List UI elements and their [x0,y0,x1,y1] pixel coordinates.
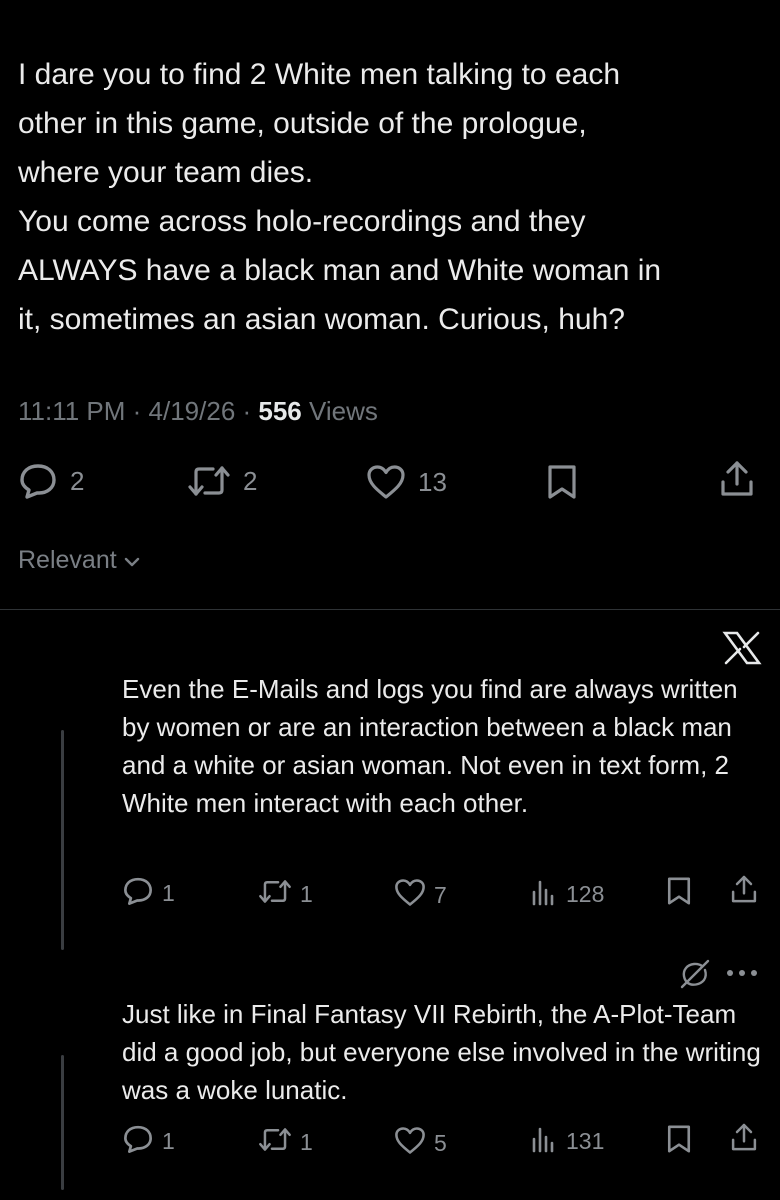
like-count: 7 [434,881,447,908]
tweet-timestamp[interactable]: 11:11 PM · 4/19/26 · [18,396,258,426]
chevron-down-icon [117,546,141,575]
views-button[interactable]: 131 [530,1125,604,1158]
sort-label: Relevant [18,546,117,574]
share-upload-icon [730,1122,758,1158]
repost-arrows-icon [258,878,292,910]
bar-chart-icon [530,878,558,911]
reply-button[interactable]: 2 [18,462,84,500]
bookmark-button[interactable] [546,464,578,500]
heart-icon [394,1126,426,1160]
share-button[interactable] [730,1122,758,1158]
views-label: Views [301,396,378,426]
repost-count: 1 [300,880,313,907]
views-count: 131 [566,1128,605,1154]
views-count: 128 [566,881,605,907]
like-button[interactable]: 13 [366,464,447,500]
reply-count: 1 [162,880,175,906]
repost-arrows-icon [258,1126,292,1158]
share-button[interactable] [719,460,755,498]
speech-bubble-icon [122,1124,154,1159]
thread-line [61,1055,64,1190]
share-upload-icon [719,460,755,498]
like-button[interactable]: 5 [394,1126,447,1160]
heart-icon [366,464,406,500]
reply-count: 1 [162,1128,175,1154]
repost-count: 1 [300,1128,313,1155]
bookmark-icon [546,464,578,500]
repost-arrows-icon [187,464,231,498]
views-button[interactable]: 128 [530,878,604,911]
reply-text: Even the E-Mails and logs you find are a… [122,674,738,818]
like-count: 13 [418,466,447,497]
thread-line [61,730,64,950]
reply-button[interactable]: 1 [122,876,175,911]
reply-button[interactable]: 1 [122,1124,175,1159]
x-logo-icon[interactable] [722,630,770,670]
speech-bubble-icon [18,462,58,500]
bookmark-button[interactable] [666,1124,692,1159]
share-button[interactable] [730,874,758,910]
speech-bubble-icon [122,876,154,911]
repost-button[interactable]: 1 [258,1126,313,1158]
reply-text: Just like in Final Fantasy VII Rebirth, … [122,999,761,1105]
grok-slash-icon[interactable] [678,958,712,995]
like-button[interactable]: 7 [394,878,447,912]
more-dots-icon[interactable] [722,960,762,991]
bookmark-icon [666,876,692,911]
bookmark-button[interactable] [666,876,692,911]
views-count: 556 [258,396,302,426]
repost-count: 2 [243,465,258,496]
share-upload-icon [730,874,758,910]
bookmark-icon [666,1124,692,1159]
like-count: 5 [434,1129,447,1156]
sort-dropdown[interactable]: Relevant [18,546,141,575]
repost-button[interactable]: 1 [258,878,313,910]
repost-button[interactable]: 2 [187,464,257,498]
divider [0,609,780,610]
bar-chart-icon [530,1125,558,1158]
heart-icon [394,878,426,912]
reply-count: 2 [70,465,85,496]
tweet-text: I dare you to find 2 White men talking t… [18,58,662,336]
tweet-meta: 11:11 PM · 4/19/26 · 556 Views [18,396,378,427]
